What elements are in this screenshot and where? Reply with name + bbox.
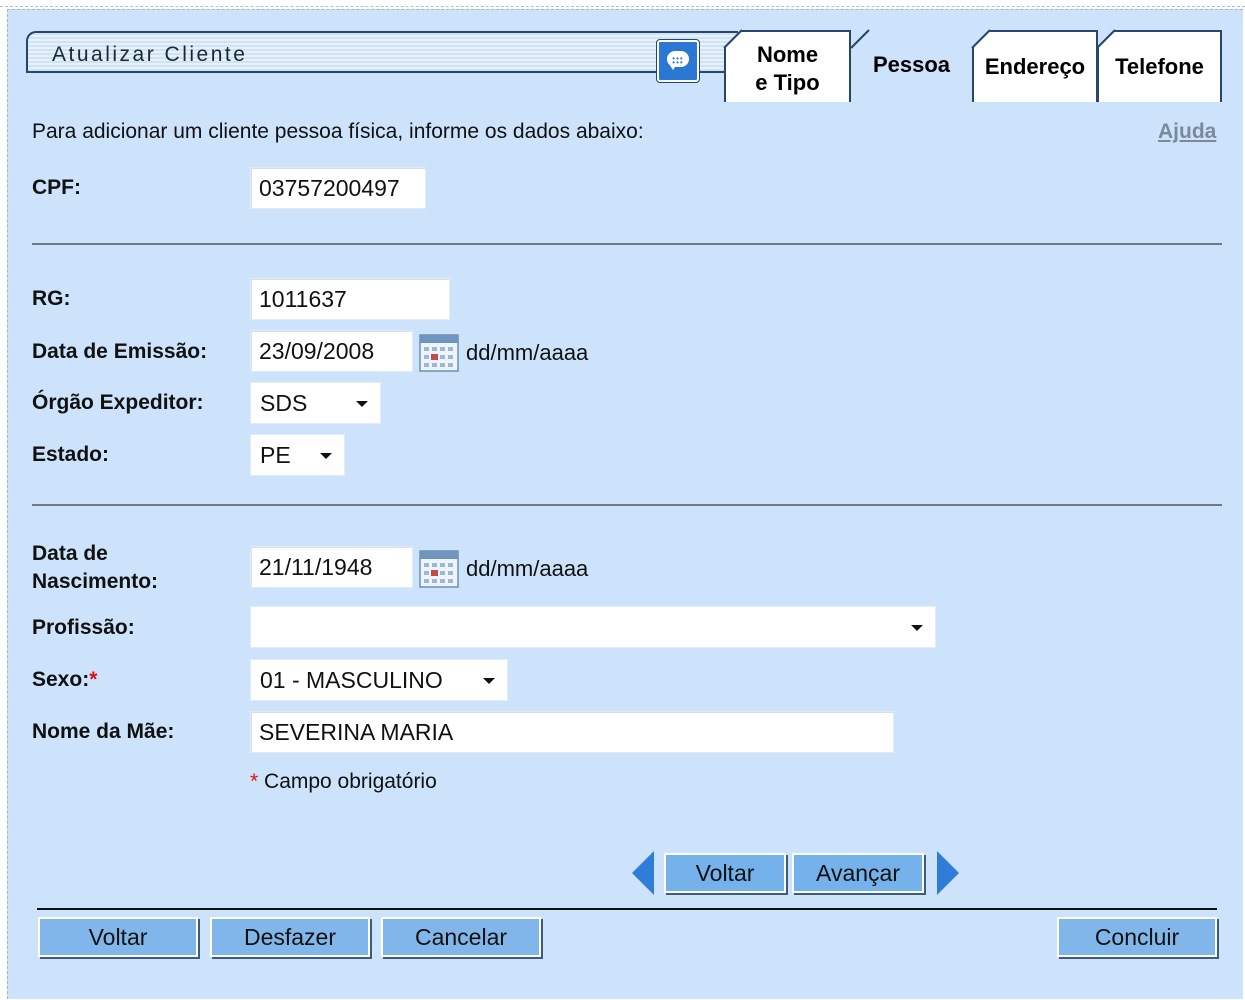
profession-select[interactable] [250, 606, 936, 648]
finish-button[interactable]: Concluir [1057, 917, 1217, 957]
cpf-input[interactable]: 03757200497 [250, 167, 426, 209]
mother-name-input[interactable]: SEVERINA MARIA [250, 711, 894, 753]
birth-date-label: Data de Nascimento: [32, 540, 158, 596]
sex-label: Sexo:* [32, 668, 97, 692]
sex-select-value: 01 - MASCULINO [260, 667, 443, 693]
undo-button[interactable]: Desfazer [210, 917, 370, 957]
issuer-label: Órgão Expeditor: [32, 391, 204, 414]
help-link[interactable]: Ajuda [1158, 120, 1216, 144]
rg-label: RG: [32, 287, 71, 310]
chevron-down-icon [483, 678, 495, 684]
tab-nome-tipo-line2: e Tipo [755, 70, 820, 95]
cpf-label: CPF: [32, 176, 81, 199]
issue-date-label: Data de Emissão: [32, 340, 208, 363]
required-note-text: Campo obrigatório [258, 770, 437, 793]
chevron-down-icon [356, 401, 368, 407]
next-arrow-icon[interactable] [937, 851, 959, 895]
sex-label-text: Sexo: [32, 668, 90, 691]
tab-pessoa-label: Pessoa [872, 52, 951, 77]
tab-corner-pessoa [850, 29, 870, 49]
issue-date-input[interactable]: 23/09/2008 [250, 330, 413, 372]
tab-corner-telefone [1096, 29, 1116, 49]
tab-corner-endereco [971, 29, 991, 49]
required-mark: * [89, 668, 98, 691]
chevron-down-icon [911, 625, 923, 631]
state-select-value: PE [260, 442, 291, 468]
page-title: Atualizar Cliente [52, 43, 248, 66]
wizard-next-button[interactable]: Avançar [792, 853, 924, 893]
issuer-select-value: SDS [260, 390, 308, 416]
tab-nome-tipo-line1: Nome [756, 42, 819, 67]
birth-date-format: dd/mm/aaaa [466, 556, 589, 581]
state-select[interactable]: PE [250, 434, 345, 476]
birth-date-label-line1: Data de [32, 542, 108, 565]
state-label: Estado: [32, 443, 110, 466]
calendar-icon[interactable] [419, 332, 459, 372]
birth-date-label-line2: Nascimento: [32, 570, 159, 593]
birth-date-input[interactable]: 21/11/1948 [250, 546, 413, 588]
profession-label: Profissão: [32, 616, 135, 639]
back-button[interactable]: Voltar [38, 917, 198, 957]
issuer-select[interactable]: SDS [250, 382, 381, 424]
instruction-text: Para adicionar um cliente pessoa física,… [32, 120, 644, 143]
tab-corner-nome-tipo [723, 29, 743, 49]
sex-select[interactable]: 01 - MASCULINO [250, 659, 508, 701]
tab-endereco-label: Endereço [984, 54, 1086, 79]
mother-name-label: Nome da Mãe: [32, 720, 175, 743]
rg-input[interactable]: 1011637 [250, 278, 450, 320]
footer-divider [37, 908, 1217, 910]
tab-telefone-label: Telefone [1115, 54, 1204, 79]
wizard-back-button[interactable]: Voltar [664, 853, 786, 893]
required-note: * Campo obrigatório [250, 770, 437, 794]
chat-bubble-icon[interactable]: ••• ••• [657, 40, 699, 82]
required-note-mark: * [250, 770, 259, 793]
cancel-button[interactable]: Cancelar [381, 917, 541, 957]
previous-arrow-icon[interactable] [632, 851, 654, 895]
chevron-down-icon [320, 453, 332, 459]
issue-date-format: dd/mm/aaaa [466, 340, 589, 365]
divider [32, 504, 1222, 506]
divider [32, 243, 1222, 245]
calendar-icon[interactable] [419, 548, 459, 588]
